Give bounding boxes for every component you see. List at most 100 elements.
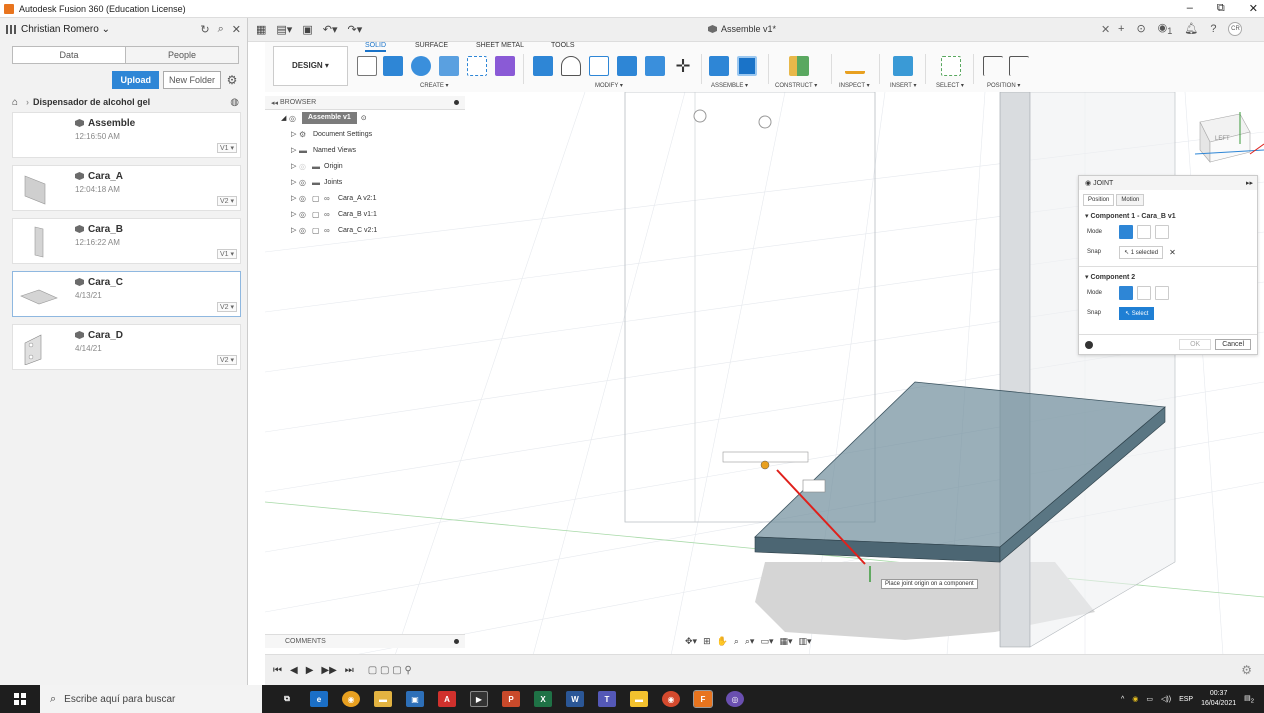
app-tray-icon[interactable]: ◉: [1132, 695, 1138, 703]
new-tab-icon[interactable]: +: [1118, 23, 1124, 35]
acrobat-icon[interactable]: A: [438, 691, 456, 707]
sweep-icon[interactable]: [439, 56, 459, 76]
component-2-section[interactable]: ▾ Component 2: [1079, 266, 1257, 283]
file-item-cara-b[interactable]: Cara_B 12:16:22 AM V1 ▾: [12, 218, 241, 264]
select-icon[interactable]: [941, 56, 961, 76]
volume-icon[interactable]: ◁)): [1161, 695, 1171, 703]
display-settings-icon[interactable]: ▭▾: [760, 636, 773, 647]
expand-icon[interactable]: ▷: [291, 210, 299, 218]
version-badge[interactable]: V1 ▾: [216, 143, 237, 153]
pan-icon[interactable]: ✋: [717, 636, 728, 647]
tab-position[interactable]: Position: [1083, 194, 1115, 206]
avatar[interactable]: CR: [1228, 21, 1243, 36]
timeline-play-icon[interactable]: ▶: [306, 665, 314, 676]
close-button[interactable]: ✕: [1249, 2, 1258, 15]
language-indicator[interactable]: ESP: [1179, 696, 1193, 703]
combine-icon[interactable]: [617, 56, 637, 76]
undo-icon[interactable]: ↶▾: [323, 23, 338, 36]
assemble-group-label[interactable]: ASSEMBLE ▾: [711, 82, 748, 89]
cancel-button[interactable]: Cancel: [1215, 339, 1251, 350]
tree-item-origin[interactable]: ▷ ◎ ▬ Origin: [265, 158, 465, 174]
timeline-start-icon[interactable]: ⏮: [273, 665, 282, 676]
task-view-icon[interactable]: ⧉: [278, 691, 296, 707]
tree-item-joints[interactable]: ▷ ◎ ▬ Joints: [265, 174, 465, 190]
orbit-icon[interactable]: ✥▾: [685, 636, 697, 647]
timeline-forward-icon[interactable]: ▶▶: [321, 665, 336, 676]
revert-position-icon[interactable]: [1009, 56, 1029, 76]
breadcrumb-project[interactable]: Dispensador de alcohol gel: [33, 97, 150, 107]
inspect-group-label[interactable]: INSPECT ▾: [839, 82, 870, 89]
press-pull-icon[interactable]: [533, 56, 553, 76]
app-icon[interactable]: ◎: [726, 691, 744, 707]
timeline-end-icon[interactable]: ⏭: [345, 665, 354, 676]
fusion-taskbar-icon[interactable]: F: [693, 690, 713, 708]
component-1-section[interactable]: ▾ Component 1 - Cara_B v1: [1079, 206, 1257, 222]
eye-icon[interactable]: ◎: [289, 114, 302, 123]
simple-mode-icon[interactable]: [1119, 225, 1133, 239]
file-item-cara-c[interactable]: Cara_C 4/13/21 V2 ▾: [12, 271, 241, 317]
excel-icon[interactable]: X: [534, 691, 552, 707]
globe-icon[interactable]: ◍: [230, 97, 239, 108]
between-mode-icon[interactable]: [1137, 286, 1151, 300]
new-component-icon[interactable]: [709, 56, 729, 76]
grid-settings-icon[interactable]: ▦▾: [779, 636, 792, 647]
tab-solid[interactable]: SOLID: [365, 42, 387, 52]
zoom-icon[interactable]: ⌕: [734, 636, 739, 647]
restore-button[interactable]: ⧉: [1217, 2, 1225, 15]
extensions-icon[interactable]: ⊙: [1136, 22, 1145, 35]
document-tab[interactable]: Assemble v1*: [708, 24, 776, 34]
media-icon[interactable]: ▶: [470, 691, 488, 707]
edge-icon[interactable]: e: [310, 691, 328, 707]
construct-group-label[interactable]: CONSTRUCT ▾: [775, 82, 817, 89]
job-status-icon[interactable]: ◉1: [1158, 21, 1173, 36]
activate-icon[interactable]: ⊙: [361, 114, 367, 122]
refresh-icon[interactable]: ↻: [200, 23, 209, 36]
store-icon[interactable]: ▣: [406, 691, 424, 707]
form-icon[interactable]: [495, 56, 515, 76]
new-folder-button[interactable]: New Folder: [162, 71, 221, 89]
move-icon[interactable]: ✛: [673, 56, 693, 76]
shell-icon[interactable]: [589, 56, 609, 76]
expand-icon[interactable]: ▷: [291, 194, 299, 202]
capture-position-icon[interactable]: [983, 56, 1003, 76]
ok-button[interactable]: OK: [1179, 339, 1212, 350]
browser-header[interactable]: ◂◂ BROWSER: [265, 96, 465, 110]
expand-dialog-icon[interactable]: ▸▸: [1246, 179, 1253, 187]
expand-icon[interactable]: ▷: [291, 178, 299, 186]
modify-group-label[interactable]: MODIFY ▾: [595, 82, 623, 89]
tab-data[interactable]: Data: [12, 46, 126, 64]
chevron-up-icon[interactable]: ^: [1121, 696, 1124, 703]
fit-icon[interactable]: ⌕▾: [745, 636, 755, 647]
split-body-icon[interactable]: [645, 56, 665, 76]
revolve-icon[interactable]: [411, 56, 431, 76]
expand-icon[interactable]: ▷: [291, 146, 299, 154]
insert-image-icon[interactable]: [893, 56, 913, 76]
start-button[interactable]: [0, 685, 40, 713]
create-group-label[interactable]: CREATE ▾: [420, 82, 449, 89]
timeline-features[interactable]: ▢ ▢ ▢ ⚲: [368, 665, 412, 676]
timeline-back-icon[interactable]: ◀: [290, 665, 298, 676]
collapse-icon[interactable]: ◂◂: [271, 99, 278, 107]
offset-plane-icon[interactable]: [789, 56, 809, 76]
word-icon[interactable]: W: [566, 691, 584, 707]
comments-panel[interactable]: COMMENTS: [265, 634, 465, 648]
position-group-label[interactable]: POSITION ▾: [987, 82, 1020, 89]
tree-item-cara-c[interactable]: ▷ ◎ ▢ ∞ Cara_C v2:1: [265, 222, 465, 238]
pattern-icon[interactable]: [467, 56, 487, 76]
version-badge[interactable]: V2 ▾: [216, 302, 237, 312]
tree-root[interactable]: ◢ ◎ Assemble v1 ⊙: [265, 110, 465, 126]
joint-snap-glyph[interactable]: [802, 479, 826, 493]
tree-item-cara-a[interactable]: ▷ ◎ ▢ ∞ Cara_A v2:1: [265, 190, 465, 206]
search-icon[interactable]: ⌕: [218, 23, 224, 36]
notifications-icon[interactable]: 🔔︎: [1184, 22, 1198, 35]
file-item-cara-d[interactable]: Cara_D 4/14/21 V2 ▾: [12, 324, 241, 370]
upload-button[interactable]: Upload: [112, 71, 159, 89]
version-badge[interactable]: V2 ▾: [216, 355, 237, 365]
canvas-viewport[interactable]: LEFT ◂◂ BROWSER ◢ ◎ Assemble v1 ⊙ ▷ ⚙ Doc…: [265, 92, 1264, 685]
app-icon[interactable]: ◉: [662, 691, 680, 707]
tree-root-label[interactable]: Assemble v1: [302, 112, 357, 124]
between-mode-icon[interactable]: [1137, 225, 1151, 239]
file-menu-icon[interactable]: ▤▾: [276, 23, 292, 36]
extrude-icon[interactable]: [383, 56, 403, 76]
info-icon[interactable]: [1085, 340, 1093, 349]
